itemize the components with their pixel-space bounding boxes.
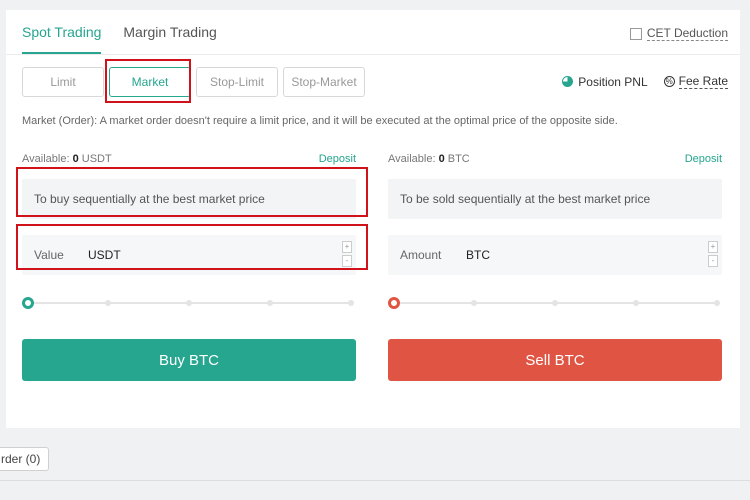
buy-value-field[interactable]: Value USDT + - — [22, 235, 356, 275]
buy-available-unit: USDT — [81, 153, 112, 165]
order-type-stop-limit[interactable]: Stop-Limit — [196, 67, 278, 97]
buy-slider-step-100[interactable] — [348, 300, 354, 306]
sell-available-label: Available: — [388, 153, 436, 165]
bottom-divider — [0, 480, 750, 481]
order-type-limit[interactable]: Limit — [22, 67, 104, 97]
buy-slider-step-75[interactable] — [267, 300, 273, 306]
buy-slider-handle[interactable] — [22, 297, 34, 309]
sell-amount-field[interactable]: Amount BTC + - — [388, 235, 722, 275]
sell-available: Available: 0 BTC Deposit — [388, 153, 722, 169]
sell-amount-label: Amount — [400, 248, 442, 262]
sell-btc-button[interactable]: Sell BTC — [388, 339, 722, 381]
buy-available-value: 0 — [72, 153, 79, 165]
sell-amount-unit: BTC — [466, 248, 490, 262]
sell-percentage-slider[interactable] — [388, 297, 722, 309]
position-pnl-link[interactable]: Position PNL — [562, 74, 648, 89]
sell-slider-step-100[interactable] — [714, 300, 720, 306]
market-order-description: Market (Order): A market order doesn't r… — [22, 115, 618, 127]
sell-deposit-link[interactable]: Deposit — [685, 153, 722, 169]
percent-icon: % — [663, 76, 675, 87]
sell-decrement-button[interactable]: - — [708, 255, 718, 267]
position-pnl-label: Position PNL — [578, 74, 648, 89]
order-type-market[interactable]: Market — [109, 67, 191, 97]
sell-slider-handle[interactable] — [388, 297, 400, 309]
buy-market-price-info: To buy sequentially at the best market p… — [22, 179, 356, 219]
order-type-selector: Limit Market Stop-Limit Stop-Market — [22, 67, 370, 97]
buy-value-label: Value — [34, 248, 64, 262]
buy-deposit-link[interactable]: Deposit — [319, 153, 356, 169]
buy-column: Available: 0 USDT Deposit To buy sequent… — [22, 153, 356, 381]
fee-rate-link[interactable]: % Fee Rate — [663, 74, 728, 89]
pie-chart-icon — [562, 76, 574, 87]
cet-deduction[interactable]: CET Deduction — [629, 26, 728, 41]
sell-increment-button[interactable]: + — [708, 241, 718, 253]
sell-column: Available: 0 BTC Deposit To be sold sequ… — [388, 153, 722, 381]
fee-rate-label: Fee Rate — [678, 74, 728, 89]
order-type-stop-market[interactable]: Stop-Market — [283, 67, 365, 97]
cet-deduction-checkbox[interactable] — [629, 27, 642, 40]
buy-available-text: Available: 0 USDT — [22, 153, 112, 169]
sell-available-value: 0 — [438, 153, 445, 165]
sell-slider-step-25[interactable] — [471, 300, 477, 306]
buy-slider-step-25[interactable] — [105, 300, 111, 306]
buy-available-label: Available: — [22, 153, 70, 165]
sell-available-unit: BTC — [447, 153, 470, 165]
buy-value-unit: USDT — [88, 248, 121, 262]
buy-slider-step-50[interactable] — [186, 300, 192, 306]
sell-available-text: Available: 0 BTC — [388, 153, 470, 169]
sell-market-price-info: To be sold sequentially at the best mark… — [388, 179, 722, 219]
buy-increment-button[interactable]: + — [342, 241, 352, 253]
buy-value-stepper: + - — [342, 241, 352, 269]
trading-panel: Spot Trading Margin Trading CET Deductio… — [6, 10, 740, 428]
tabs-divider — [6, 54, 740, 55]
buy-decrement-button[interactable]: - — [342, 255, 352, 267]
sell-slider-step-50[interactable] — [552, 300, 558, 306]
buy-percentage-slider[interactable] — [22, 297, 356, 309]
sell-slider-step-75[interactable] — [633, 300, 639, 306]
cet-deduction-label: CET Deduction — [646, 26, 728, 41]
right-links: Position PNL % Fee Rate — [546, 74, 728, 89]
tab-margin-trading[interactable]: Margin Trading — [123, 24, 216, 54]
trading-tabs: Spot Trading Margin Trading — [22, 24, 239, 54]
buy-btc-button[interactable]: Buy BTC — [22, 339, 356, 381]
tab-spot-trading[interactable]: Spot Trading — [22, 24, 102, 54]
sell-amount-stepper: + - — [708, 241, 718, 269]
buy-available: Available: 0 USDT Deposit — [22, 153, 356, 169]
order-tab[interactable]: rder (0) — [0, 447, 50, 471]
